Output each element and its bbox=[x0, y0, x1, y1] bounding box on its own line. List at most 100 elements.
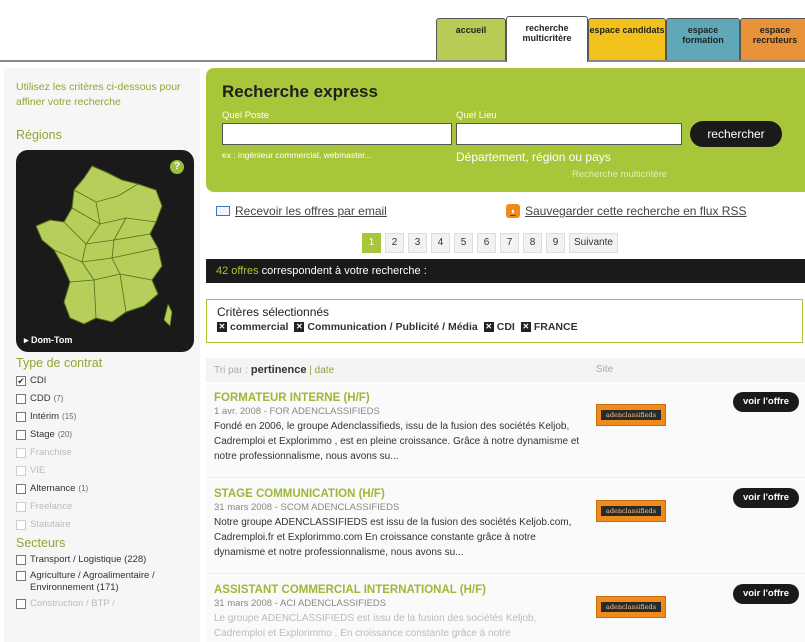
lieu-hint: Département, région ou pays bbox=[456, 150, 611, 164]
lieu-input[interactable] bbox=[456, 123, 682, 145]
contrat-count: (15) bbox=[62, 412, 77, 421]
offer-meta: 31 mars 2008 - ACI ADENCLASSIFIEDS bbox=[214, 598, 387, 609]
voir-offre-button[interactable]: voir l'offre bbox=[733, 392, 799, 412]
contrat-checkbox-item: Statutaire bbox=[16, 518, 200, 531]
contrat-count: (7) bbox=[53, 394, 64, 403]
secteur-checkbox-item[interactable]: Transport / Logistique (228) bbox=[16, 554, 200, 566]
tab-divider bbox=[0, 60, 805, 62]
offer-title[interactable]: FORMATEUR INTERNE (H/F) bbox=[214, 392, 797, 404]
france-map[interactable]: ? ▸ Dom-Tom bbox=[16, 150, 194, 352]
contrat-checkbox-item: VIE bbox=[16, 464, 200, 477]
secteur-label: Agriculture / Agroalimentaire / Environn… bbox=[30, 570, 155, 593]
rss-icon: ◗ bbox=[506, 204, 520, 218]
checkbox[interactable] bbox=[16, 483, 26, 494]
offer-item: STAGE COMMUNICATION (H/F) 31 mars 2008 - … bbox=[206, 480, 805, 574]
company-logo: adenclassifieds bbox=[596, 404, 666, 426]
sort-separator: | bbox=[309, 365, 312, 376]
voir-offre-button[interactable]: voir l'offre bbox=[733, 488, 799, 508]
tab-espace-formation[interactable]: espace formation bbox=[666, 18, 740, 60]
checkbox[interactable] bbox=[16, 411, 26, 422]
help-icon[interactable]: ? bbox=[170, 160, 184, 174]
page-link[interactable]: 1 bbox=[362, 233, 381, 253]
page-link[interactable]: 3 bbox=[408, 233, 427, 253]
contrat-checkbox-item: Franchise bbox=[16, 446, 200, 459]
offer-description: Fondé en 2006, le groupe Adenclassifieds… bbox=[214, 421, 580, 462]
poste-input[interactable] bbox=[222, 123, 452, 145]
contrat-checkbox-item[interactable]: ✔ CDI bbox=[16, 374, 200, 387]
logo-text: adenclassifieds bbox=[601, 410, 661, 420]
remove-criterion-icon[interactable]: ✕ bbox=[294, 322, 305, 332]
secteur-checkbox-item: Construction / BTP / bbox=[16, 598, 200, 610]
page-link[interactable]: 7 bbox=[500, 233, 519, 253]
sidebar: Utilisez les critères ci-dessous pour af… bbox=[4, 68, 200, 642]
results-count-text: correspondent à votre recherche : bbox=[258, 265, 427, 277]
page-link[interactable]: 2 bbox=[385, 233, 404, 253]
rechercher-button[interactable]: rechercher bbox=[690, 121, 782, 147]
rss-link[interactable]: ◗ Sauvegarder cette recherche en flux RS… bbox=[506, 204, 746, 218]
checkbox[interactable] bbox=[16, 555, 26, 565]
page-link[interactable]: 8 bbox=[523, 233, 542, 253]
offer-title[interactable]: ASSISTANT COMMERCIAL INTERNATIONAL (H/F) bbox=[214, 584, 797, 596]
company-logo: adenclassifieds bbox=[596, 596, 666, 618]
offer-meta: 31 mars 2008 - SCOM ADENCLASSIFIEDS bbox=[214, 502, 400, 513]
sidebar-intro: Utilisez les critères ci-dessous pour af… bbox=[16, 81, 181, 108]
tab-espace-recruteurs[interactable]: espace recruteurs bbox=[740, 18, 805, 60]
france-map-icon[interactable] bbox=[34, 162, 176, 332]
checkbox bbox=[16, 519, 26, 530]
offer-title[interactable]: STAGE COMMUNICATION (H/F) bbox=[214, 488, 797, 500]
contrat-checkbox-item[interactable]: Stage (20) bbox=[16, 428, 200, 441]
pagination: 1 2 3 4 5 6 7 8 9 Suivante bbox=[362, 233, 618, 253]
page-link[interactable]: 9 bbox=[546, 233, 565, 253]
criterion-label: FRANCE bbox=[533, 321, 578, 333]
email-alert-link[interactable]: Recevoir les offres par email bbox=[216, 204, 387, 218]
poste-hint: ex : ingénieur commercial, webmaster... bbox=[222, 150, 372, 160]
contrat-checkbox-item[interactable]: Intérim (15) bbox=[16, 410, 200, 423]
offer-item: ASSISTANT COMMERCIAL INTERNATIONAL (H/F)… bbox=[206, 576, 805, 642]
checkbox bbox=[16, 501, 26, 512]
remove-criterion-icon[interactable]: ✕ bbox=[483, 322, 494, 332]
dom-tom-link[interactable]: ▸ Dom-Tom bbox=[24, 335, 72, 346]
checkbox[interactable] bbox=[16, 429, 26, 440]
contrat-label: Stage bbox=[30, 429, 55, 440]
page-link[interactable]: 5 bbox=[454, 233, 473, 253]
criteria-list: ✕ commercial ✕ Communication / Publicité / … bbox=[217, 321, 792, 333]
tab-accueil[interactable]: accueil bbox=[436, 18, 506, 60]
page-link[interactable]: 6 bbox=[477, 233, 496, 253]
contrat-list: ✔ CDI CDD (7) Intérim (15) Stage (20) Franchise V… bbox=[4, 374, 200, 531]
checkbox bbox=[16, 447, 26, 458]
multicritere-link[interactable]: Recherche multicritère bbox=[572, 169, 667, 180]
contrat-label: Intérim bbox=[30, 411, 60, 422]
top-nav-tabs: accueil recherche multicritère espace ca… bbox=[436, 16, 805, 62]
tab-recherche-multicritere[interactable]: recherche multicritère bbox=[506, 16, 588, 62]
action-links: Recevoir les offres par email ◗ Sauvegar… bbox=[206, 204, 805, 224]
remove-criterion-icon[interactable]: ✕ bbox=[520, 322, 531, 332]
checkbox[interactable] bbox=[16, 393, 26, 404]
express-title: Recherche express bbox=[222, 82, 378, 101]
next-page-link[interactable]: Suivante bbox=[569, 233, 618, 253]
checkbox[interactable] bbox=[16, 571, 26, 581]
page-link[interactable]: 4 bbox=[431, 233, 450, 253]
contrat-label: CDI bbox=[30, 375, 47, 386]
contrat-checkbox-item[interactable]: Alternance (1) bbox=[16, 482, 200, 495]
offer-meta: 1 avr. 2008 - FOR ADENCLASSIFIEDS bbox=[214, 406, 380, 417]
contrat-count: (20) bbox=[57, 430, 73, 439]
sort-header: Tri par : pertinence | date Site bbox=[206, 358, 805, 382]
express-search-panel: Recherche express Quel Poste ex : ingéni… bbox=[206, 68, 805, 192]
results-count-bar: 42 offres correspondent à votre recherch… bbox=[206, 259, 805, 283]
contrat-checkbox-item[interactable]: CDD (7) bbox=[16, 392, 200, 405]
secteur-label: Transport / Logistique (228) bbox=[30, 554, 147, 565]
remove-criterion-icon[interactable]: ✕ bbox=[217, 322, 227, 332]
criteria-title: Critères sélectionnés bbox=[217, 305, 330, 319]
main-content: Recherche express Quel Poste ex : ingéni… bbox=[206, 68, 805, 642]
sort-pertinence[interactable]: pertinence bbox=[251, 364, 307, 376]
criterion-label: CDI bbox=[496, 321, 515, 333]
selected-criteria: Critères sélectionnés ✕ commercial ✕ Commun… bbox=[206, 299, 803, 343]
regions-title: Régions bbox=[16, 128, 62, 142]
logo-text: adenclassifieds bbox=[601, 602, 661, 612]
sort-date[interactable]: date bbox=[315, 365, 334, 376]
tab-espace-candidats[interactable]: espace candidats bbox=[588, 18, 666, 60]
contrat-title: Type de contrat bbox=[16, 356, 103, 370]
voir-offre-button[interactable]: voir l'offre bbox=[733, 584, 799, 604]
secteur-checkbox-item[interactable]: Agriculture / Agroalimentaire / Environn… bbox=[16, 570, 200, 594]
checkbox[interactable]: ✔ bbox=[16, 375, 26, 386]
